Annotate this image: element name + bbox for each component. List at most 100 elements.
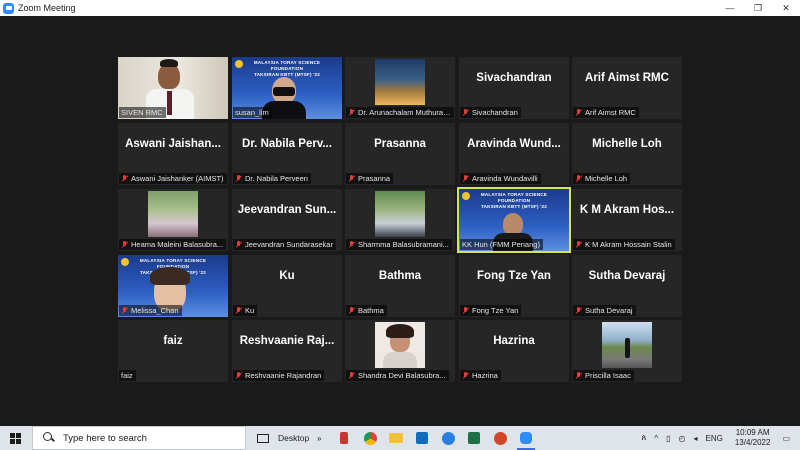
muted-mic-icon xyxy=(235,306,242,315)
participant-name-label: Melissa_Chan xyxy=(119,305,182,316)
participant-tile[interactable]: Heama Maleini Balasubra... xyxy=(118,189,228,251)
participant-name-label: Bathma xyxy=(346,305,387,316)
participant-tile[interactable]: Michelle Loh Michelle Loh xyxy=(572,123,682,185)
battery-icon[interactable]: ▯ xyxy=(662,434,674,443)
participant-tile[interactable]: Prasanna Prasanna xyxy=(345,123,455,185)
taskbar-search-box[interactable]: Type here to search xyxy=(32,426,246,450)
task-view-icon[interactable] xyxy=(250,426,276,450)
participant-name: K M Akram Hossain Stalin xyxy=(585,240,672,249)
participant-tile[interactable]: MALAYSIA TORAY SCIENCE FOUNDATIONTAKSIRA… xyxy=(457,187,571,253)
participant-tile[interactable]: faiz faiz xyxy=(118,320,228,382)
start-button[interactable] xyxy=(0,426,30,450)
maximize-button[interactable]: ❐ xyxy=(744,0,772,16)
participant-name: Fong Tze Yan xyxy=(472,306,519,315)
minimize-button[interactable]: — xyxy=(716,0,744,16)
language-indicator[interactable]: ENG xyxy=(702,434,727,443)
chrome-icon[interactable] xyxy=(357,426,383,450)
excel-icon[interactable] xyxy=(461,426,487,450)
participant-name: Michelle Loh xyxy=(585,174,628,183)
participant-name-label: Heama Maleini Balasubra... xyxy=(119,239,227,250)
participant-name-label: susan_lim xyxy=(233,107,272,118)
participant-tile[interactable]: Hazrina Hazrina xyxy=(459,320,569,382)
participant-name-label: Aswani Jaishanker (AIMST) xyxy=(119,173,227,184)
taskbar-clock[interactable]: 10:09 AM 13/4/2022 xyxy=(727,428,779,448)
participant-name: faiz xyxy=(121,371,133,380)
muted-mic-icon xyxy=(462,108,469,117)
show-hidden-icons-chevron-icon[interactable]: ^ xyxy=(650,434,662,443)
muted-mic-icon xyxy=(575,371,582,380)
participant-name: Aravinda Wundavilli xyxy=(472,174,538,183)
participant-tile[interactable]: Aravinda Wund... Aravinda Wundavilli xyxy=(459,123,569,185)
participant-tile[interactable]: Bathma Bathma xyxy=(345,255,455,317)
participant-name-label: Fong Tze Yan xyxy=(460,305,522,316)
outlook-icon[interactable] xyxy=(409,426,435,450)
notifications-icon[interactable]: ▭ xyxy=(778,434,800,443)
powerpoint-icon[interactable] xyxy=(487,426,513,450)
participant-display-name: Aravinda Wund... xyxy=(467,138,561,150)
participant-display-name: K M Akram Hos... xyxy=(579,204,675,216)
muted-mic-icon xyxy=(235,174,242,183)
participant-name: SIVEN RMC xyxy=(121,108,163,117)
file-explorer-icon[interactable] xyxy=(383,426,409,450)
participant-tile[interactable]: MALAYSIA TORAY SCIENCE FOUNDATIONTAKSIRA… xyxy=(232,57,342,119)
participant-display-name: Arif Aimst RMC xyxy=(585,72,669,84)
clock-date: 13/4/2022 xyxy=(734,438,771,447)
muted-mic-icon xyxy=(348,108,355,117)
muted-mic-icon xyxy=(575,174,582,183)
zoom-app-icon xyxy=(3,2,14,14)
participant-tile[interactable]: Aswani Jaishan... Aswani Jaishanker (AIMS… xyxy=(118,123,228,185)
participant-name-label: Arif Aimst RMC xyxy=(573,107,639,118)
participant-tile[interactable]: Sutha Devaraj Sutha Devaraj xyxy=(572,255,682,317)
participant-tile[interactable]: Ku Ku xyxy=(232,255,342,317)
desktop-toolbar-chevron-icon[interactable]: » xyxy=(313,426,325,450)
participant-name: Shandra Devi Balasubra... xyxy=(358,371,446,380)
participant-tile[interactable]: Arif Aimst RMC Arif Aimst RMC xyxy=(572,57,682,119)
people-icon[interactable] xyxy=(331,426,357,450)
participant-name-label: Jeevandran Sundarasekar xyxy=(233,239,336,250)
participant-name: KK Hun (FMM Penang) xyxy=(462,240,540,249)
participant-display-name: Reshvaanie Raj... xyxy=(239,335,335,347)
muted-mic-icon xyxy=(462,306,469,315)
muted-mic-icon xyxy=(235,371,242,380)
participant-tile[interactable]: K M Akram Hos... K M Akram Hossain Stalin xyxy=(572,189,682,251)
participant-name: Prasanna xyxy=(358,174,391,183)
participant-name-label: Priscilla Isaac xyxy=(573,370,634,381)
participant-tile[interactable]: Priscilla Isaac xyxy=(572,320,682,382)
desktop-toolbar-label[interactable]: Desktop xyxy=(276,433,313,443)
participant-name-label: Ku xyxy=(233,305,258,316)
volume-icon[interactable]: ◂ xyxy=(689,434,701,443)
participant-display-name: Sivachandran xyxy=(476,72,552,84)
close-button[interactable]: ✕ xyxy=(772,0,800,16)
participant-name: Hazrina xyxy=(472,371,498,380)
participant-name: Ku xyxy=(245,306,255,315)
participant-tile[interactable]: Reshvaanie Raj... Reshvaanie Rajandran xyxy=(232,320,342,382)
participant-name-label: Dr. Nabila Perveen xyxy=(233,173,311,184)
participant-name-label: Aravinda Wundavilli xyxy=(460,173,541,184)
network-icon[interactable]: ◴ xyxy=(675,434,690,443)
participant-tile[interactable]: Dr. Nabila Perv... Dr. Nabila Perveen xyxy=(232,123,342,185)
muted-mic-icon xyxy=(575,108,582,117)
banner-text: MALAYSIA TORAY SCIENCE FOUNDATIONTAKSIRA… xyxy=(480,192,548,209)
edge-icon[interactable] xyxy=(435,426,461,450)
zoom-icon[interactable] xyxy=(513,426,539,450)
muted-mic-icon xyxy=(575,240,582,249)
participant-display-name: faiz xyxy=(163,335,183,347)
participant-name-label: Michelle Loh xyxy=(573,173,631,184)
participant-name-label: Sivachandran xyxy=(460,107,521,118)
muted-mic-icon xyxy=(348,371,355,380)
search-placeholder: Type here to search xyxy=(63,432,147,444)
participant-tile[interactable]: Sharmma Balasubramani... xyxy=(345,189,455,251)
participant-tile[interactable]: SIVEN RMC xyxy=(118,57,228,119)
windows-taskbar: Type here to search Desktop » ጰ ^ ▯ ◴ ◂ … xyxy=(0,426,800,450)
participant-display-name: Fong Tze Yan xyxy=(477,270,551,282)
people-tray-icon[interactable]: ጰ xyxy=(638,433,651,443)
participant-tile[interactable]: Sivachandran Sivachandran xyxy=(459,57,569,119)
muted-mic-icon xyxy=(348,240,355,249)
participant-tile[interactable]: Dr. Arunachalam Muthuraman xyxy=(345,57,455,119)
participant-tile[interactable]: Shandra Devi Balasubra... xyxy=(345,320,455,382)
participant-tile[interactable]: Fong Tze Yan Fong Tze Yan xyxy=(459,255,569,317)
participant-name: Sivachandran xyxy=(472,108,518,117)
participant-tile[interactable]: MALAYSIA TORAY SCIENCE FOUNDATIONTAKSIRA… xyxy=(118,255,228,317)
participant-tile[interactable]: Jeevandran Sun... Jeevandran Sundarasekar xyxy=(232,189,342,251)
muted-mic-icon xyxy=(348,306,355,315)
